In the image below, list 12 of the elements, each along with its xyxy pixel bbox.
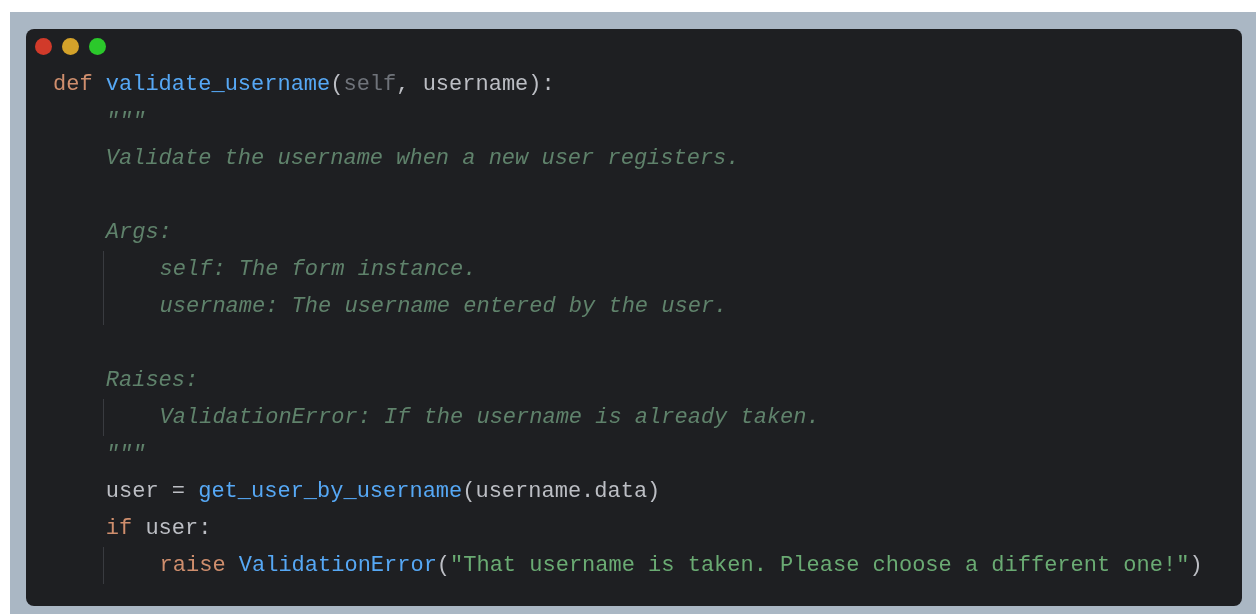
- code-line: def validate_username(self, username):: [53, 71, 555, 99]
- code-line: ValidationError: If the username is already taken.: [159, 404, 820, 432]
- code-line: """: [105, 108, 146, 136]
- code-line: Raises:: [105, 367, 199, 395]
- code-line: username: The username entered by the user.: [159, 293, 728, 321]
- code-line: Validate the username when a new user registers.: [105, 145, 740, 173]
- code-line: self: The form instance.: [159, 256, 477, 284]
- code-line: raise ValidationError("That username is taken. Please choose a different one!"): [159, 552, 1203, 580]
- code-line: user = get_user_by_username(username.data): [105, 478, 661, 506]
- code-line: """: [105, 441, 146, 469]
- code-line: Args:: [105, 219, 172, 247]
- code-line: if user:: [105, 515, 212, 543]
